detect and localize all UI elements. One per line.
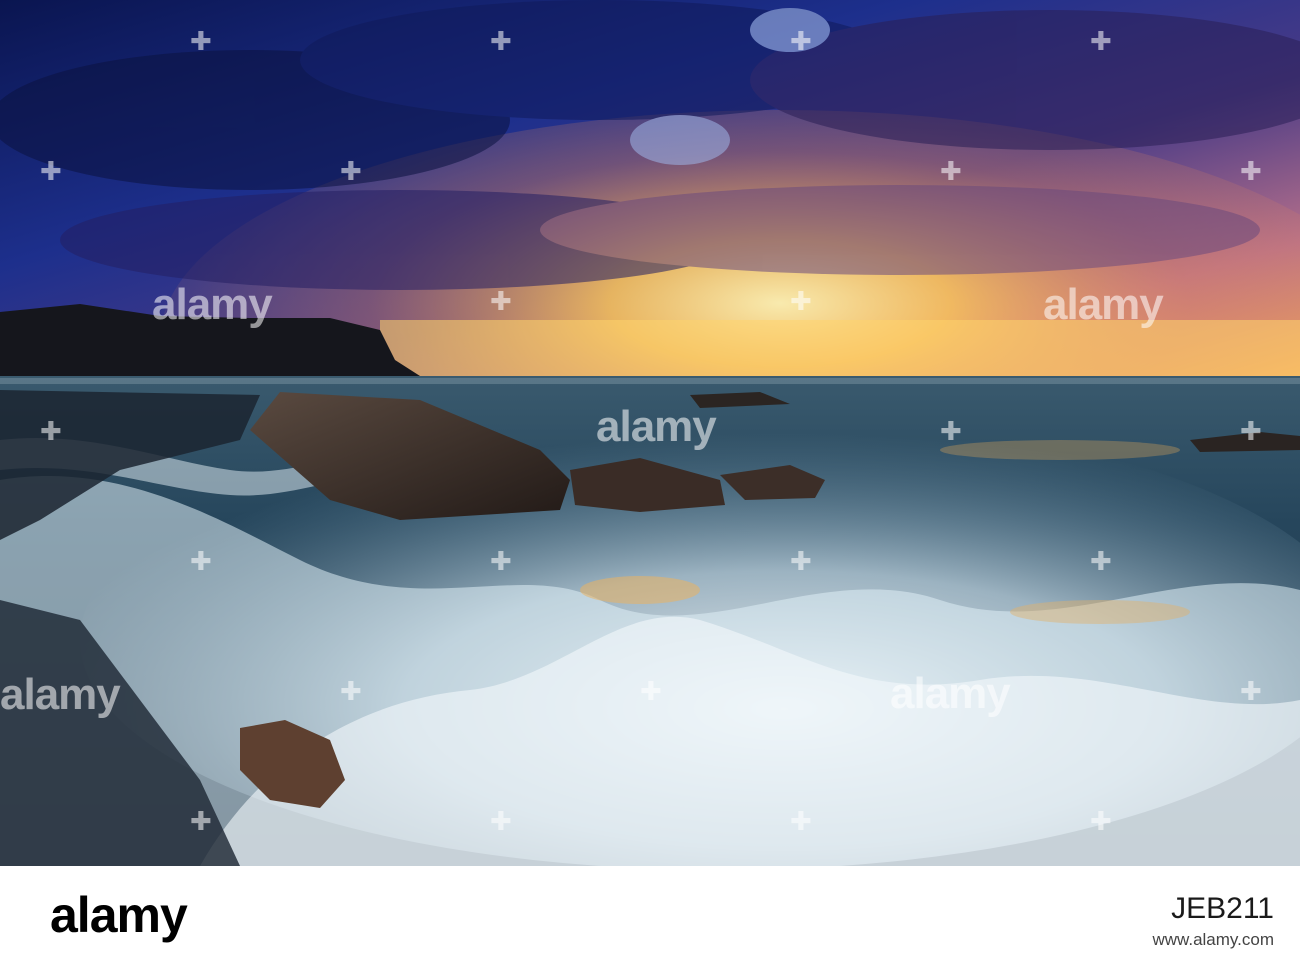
watermark-cross-icon: ✚: [490, 26, 512, 56]
watermark-cross-icon: ✚: [490, 286, 512, 316]
watermark-cross-icon: ✚: [940, 416, 962, 446]
footer-bar: alamy JEB211 www.alamy.com: [0, 866, 1300, 956]
watermark-cross-icon: ✚: [40, 416, 62, 446]
site-url: www.alamy.com: [1152, 930, 1274, 949]
watermark-text: alamy: [1043, 280, 1164, 329]
watermark-cross-icon: ✚: [790, 26, 812, 56]
image-id: JEB211: [1171, 892, 1274, 925]
watermark-cross-icon: ✚: [1240, 676, 1262, 706]
watermark-cross-icon: ✚: [1090, 806, 1112, 836]
watermark-cross-icon: ✚: [1090, 546, 1112, 576]
watermark-cross-icon: ✚: [40, 156, 62, 186]
watermark-cross-icon: ✚: [790, 546, 812, 576]
seascape-photo: alamy alamy alamy alamy alamy ✚ ✚ ✚ ✚ ✚ …: [0, 0, 1300, 866]
alamy-logo: alamy: [50, 887, 188, 943]
watermark-cross-icon: ✚: [1240, 416, 1262, 446]
watermark-cross-icon: ✚: [190, 806, 212, 836]
watermark-cross-icon: ✚: [340, 156, 362, 186]
watermark-text: alamy: [152, 280, 273, 329]
watermark-cross-icon: ✚: [790, 806, 812, 836]
watermark-cross-icon: ✚: [190, 26, 212, 56]
watermark-cross-icon: ✚: [640, 676, 662, 706]
watermark-text: alamy: [596, 402, 717, 451]
watermark-cross-icon: ✚: [790, 286, 812, 316]
watermark-cross-icon: ✚: [340, 676, 362, 706]
watermark-text: alamy: [0, 670, 121, 719]
watermark-cross-icon: ✚: [490, 546, 512, 576]
watermark-cross-icon: ✚: [1240, 156, 1262, 186]
watermark-cross-icon: ✚: [490, 806, 512, 836]
watermark-text: alamy: [890, 669, 1011, 718]
watermark-cross-icon: ✚: [940, 156, 962, 186]
watermark-cross-icon: ✚: [190, 546, 212, 576]
watermark-cross-icon: ✚: [1090, 26, 1112, 56]
